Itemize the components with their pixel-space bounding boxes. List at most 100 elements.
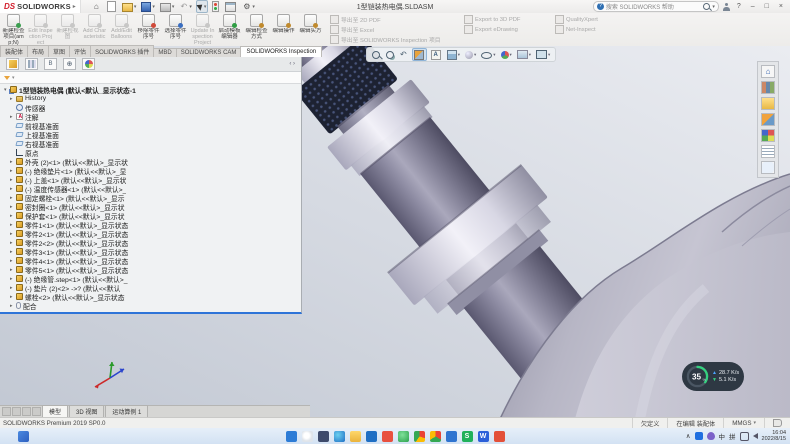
ribbon-button[interactable]: Edit Inspection Project bbox=[27, 13, 54, 46]
export-item[interactable]: Export to 3D PDF bbox=[464, 15, 549, 24]
section-view-icon[interactable] bbox=[412, 48, 427, 61]
property-manager-tab[interactable] bbox=[25, 58, 38, 70]
ime-mode-indicator[interactable]: 拼 bbox=[729, 431, 736, 441]
search-caret-icon[interactable]: ▾ bbox=[712, 4, 715, 10]
minimize-button[interactable]: – bbox=[748, 3, 758, 10]
ribbon-button[interactable]: Add/Edit Balloons bbox=[108, 13, 135, 46]
new-document-icon[interactable] bbox=[106, 1, 118, 12]
tab-scroll-next-icon[interactable] bbox=[22, 407, 31, 416]
ribbon-button[interactable]: 编辑检查方式 bbox=[243, 13, 270, 46]
custom-properties-icon[interactable] bbox=[761, 145, 775, 158]
app-green-s-icon[interactable]: S bbox=[462, 431, 473, 442]
wps-icon[interactable]: W bbox=[478, 431, 489, 442]
command-tab[interactable]: 草图 bbox=[48, 45, 70, 57]
document-tab[interactable]: 3D 视图 bbox=[69, 405, 104, 417]
search-icon[interactable] bbox=[703, 3, 710, 10]
select-cursor-icon[interactable]: ▾ bbox=[196, 0, 209, 13]
ribbon-button[interactable]: Add Characteristic bbox=[81, 13, 108, 46]
tree-item[interactable]: ▸ History bbox=[2, 94, 301, 103]
dropdown-caret-icon[interactable]: ▾ bbox=[172, 4, 175, 10]
ribbon-button[interactable]: 选择零件序号 bbox=[162, 13, 189, 46]
open-file-icon[interactable]: ▾ bbox=[121, 1, 138, 12]
dropdown-caret-icon[interactable]: ▾ bbox=[510, 52, 512, 58]
tree-item[interactable]: 传感器 bbox=[2, 103, 301, 112]
volume-icon[interactable] bbox=[753, 433, 758, 439]
ribbon-button[interactable]: 编辑操作 bbox=[270, 13, 297, 46]
search-icon[interactable]: ○ bbox=[302, 431, 313, 442]
export-item[interactable]: 导出至 SOLIDWORKS Inspection 项目 bbox=[330, 35, 458, 44]
view-orientation-icon[interactable]: ▾ bbox=[446, 49, 461, 60]
print-icon[interactable]: ▾ bbox=[159, 1, 176, 12]
widgets-icon[interactable] bbox=[18, 431, 29, 442]
menu-expand-icon[interactable]: ▸ bbox=[73, 3, 76, 10]
tree-root-item[interactable]: ▾ 1型铠装热电偶 (默认<默认_显示状态-1 bbox=[2, 85, 301, 94]
dynamic-annotation-icon[interactable]: A bbox=[430, 49, 443, 60]
start-button-icon[interactable] bbox=[286, 431, 297, 442]
dropdown-caret-icon[interactable]: ▾ bbox=[548, 52, 550, 58]
dimxpert-manager-tab[interactable]: ⊕ bbox=[63, 58, 76, 70]
ribbon-button[interactable]: 编辑实方 bbox=[297, 13, 324, 46]
tray-chevron-up-icon[interactable]: ∧ bbox=[686, 432, 691, 440]
browser-colorful-icon[interactable] bbox=[414, 431, 425, 442]
export-item[interactable]: QualityXpert bbox=[555, 15, 635, 24]
security-shield-icon[interactable] bbox=[707, 432, 715, 440]
ime-language-indicator[interactable]: 中 bbox=[719, 431, 726, 441]
ribbon-button[interactable]: 新建检视图 bbox=[54, 13, 81, 46]
command-tab[interactable]: 布局 bbox=[27, 45, 49, 57]
command-tab[interactable]: SOLIDWORKS CAM bbox=[176, 48, 242, 57]
appearances-scenes-icon[interactable] bbox=[761, 129, 775, 142]
ribbon-button[interactable]: 移除零件序号 bbox=[135, 13, 162, 46]
save-icon[interactable]: ▾ bbox=[140, 1, 156, 12]
command-tab[interactable]: MBD bbox=[153, 48, 176, 57]
dropdown-caret-icon[interactable]: ▾ bbox=[152, 4, 155, 10]
file-explorer-icon[interactable] bbox=[761, 97, 775, 110]
edit-appearance-icon[interactable]: ▾ bbox=[500, 49, 513, 60]
options-table-icon[interactable] bbox=[224, 1, 238, 12]
panel-collapse-arrows-icon[interactable]: ‹ › bbox=[289, 61, 295, 67]
display-style-icon[interactable]: ▾ bbox=[464, 49, 477, 60]
restore-button[interactable]: □ bbox=[762, 3, 772, 10]
close-button[interactable]: × bbox=[776, 3, 786, 10]
view-settings-icon[interactable]: ▾ bbox=[535, 49, 551, 60]
view-palette-icon[interactable] bbox=[761, 113, 775, 126]
help-search-input[interactable]: ? 搜索 SOLIDWORKS 帮助 ▾ bbox=[593, 1, 719, 12]
browser-green-icon[interactable] bbox=[398, 431, 409, 442]
dropdown-caret-icon[interactable]: ▾ bbox=[474, 52, 476, 58]
command-tab[interactable]: 装配体 bbox=[0, 45, 28, 57]
export-item[interactable]: 导出至 Excel bbox=[330, 25, 458, 34]
command-tab[interactable]: SOLIDWORKS 插件 bbox=[90, 45, 154, 57]
rebuild-icon[interactable] bbox=[211, 1, 221, 12]
zoom-fit-icon[interactable] bbox=[371, 49, 382, 60]
notebook-app-icon[interactable] bbox=[446, 431, 457, 442]
help-button[interactable]: ? bbox=[734, 3, 744, 10]
command-tab[interactable]: 评估 bbox=[69, 45, 91, 57]
dropdown-caret-icon[interactable]: ▾ bbox=[458, 52, 460, 58]
outlook-icon[interactable] bbox=[366, 431, 377, 442]
unit-system-selector[interactable]: MMGS ▾ bbox=[723, 418, 764, 428]
performance-overlay[interactable]: 35 % ▲28.7 K/s ▼5.1 K/s bbox=[682, 362, 744, 391]
wechat-work-icon[interactable] bbox=[494, 431, 505, 442]
status-tag-button[interactable] bbox=[764, 418, 790, 428]
file-explorer-icon[interactable] bbox=[350, 431, 361, 442]
tab-scroll-prev-icon[interactable] bbox=[12, 407, 21, 416]
document-tab[interactable]: 模型 bbox=[42, 405, 68, 417]
export-item[interactable]: 导出至 2D PDF bbox=[330, 15, 458, 24]
hide-show-items-icon[interactable]: ▾ bbox=[480, 49, 496, 60]
tab-scroll-last-icon[interactable] bbox=[32, 407, 41, 416]
ribbon-button[interactable]: 启动模板编辑器 bbox=[216, 13, 243, 46]
filter-funnel-icon[interactable] bbox=[4, 76, 10, 80]
dropdown-caret-icon[interactable]: ▾ bbox=[189, 4, 192, 10]
tree-item[interactable]: ▸ 配合 bbox=[2, 301, 301, 310]
ribbon-button[interactable]: Update Inspection Project bbox=[189, 13, 216, 46]
command-tab[interactable]: SOLIDWORKS Inspection bbox=[240, 46, 322, 57]
home-icon[interactable]: ⌂ bbox=[91, 1, 103, 12]
configuration-manager-tab[interactable]: B bbox=[44, 58, 57, 70]
unit-caret-icon[interactable]: ▾ bbox=[753, 420, 756, 426]
display-manager-tab[interactable] bbox=[82, 58, 95, 70]
dropdown-caret-icon[interactable]: ▾ bbox=[134, 4, 137, 10]
dropdown-caret-icon[interactable]: ▾ bbox=[529, 52, 531, 58]
tree-filter-row[interactable]: ▾ bbox=[0, 72, 301, 84]
app-red-icon[interactable] bbox=[382, 431, 393, 442]
export-item[interactable]: Net-Inspect bbox=[555, 25, 635, 34]
chrome-icon[interactable] bbox=[430, 431, 441, 442]
